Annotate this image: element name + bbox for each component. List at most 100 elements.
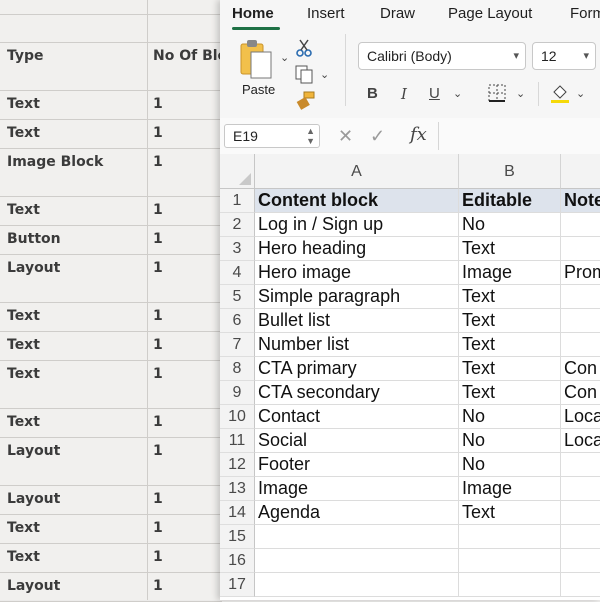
tab-formulas[interactable]: Form [570, 5, 600, 22]
table-cell[interactable]: Text [459, 309, 561, 333]
row-header[interactable]: 17 [220, 573, 255, 597]
table-cell[interactable]: Text [459, 501, 561, 525]
table-cell[interactable] [459, 573, 561, 597]
table-cell[interactable] [561, 573, 600, 597]
table-cell[interactable] [561, 549, 600, 573]
table-cell[interactable]: Text [459, 285, 561, 309]
table-cell[interactable]: Hero heading [255, 237, 459, 261]
formula-input[interactable] [438, 122, 599, 150]
name-box-spinner-icon[interactable]: ▲ ▼ [306, 126, 315, 146]
table-cell[interactable] [255, 525, 459, 549]
table-cell[interactable]: Con [561, 381, 600, 405]
table-cell[interactable]: Contact [255, 405, 459, 429]
format-painter-icon[interactable] [296, 90, 316, 110]
bold-button[interactable]: B [367, 86, 378, 102]
underline-dropdown-chevron-icon[interactable]: ⌄ [453, 86, 462, 102]
name-box[interactable]: E19 ▲ ▼ [224, 124, 320, 148]
table-cell[interactable] [561, 309, 600, 333]
table-cell[interactable]: Text [459, 237, 561, 261]
row-header[interactable]: 10 [220, 405, 255, 429]
header-cell[interactable]: Note [561, 189, 600, 213]
italic-button[interactable]: I [401, 86, 407, 102]
borders-dropdown-chevron-icon[interactable]: ⌄ [516, 86, 525, 102]
table-cell[interactable]: Text [459, 381, 561, 405]
table-cell[interactable] [561, 453, 600, 477]
row-header[interactable]: 11 [220, 429, 255, 453]
row-header[interactable]: 13 [220, 477, 255, 501]
insert-function-fx-icon[interactable]: fx [410, 124, 427, 145]
table-cell[interactable]: Footer [255, 453, 459, 477]
row-header[interactable]: 1 [220, 189, 255, 213]
table-cell[interactable] [561, 333, 600, 357]
paste-dropdown-chevron-icon[interactable]: ⌄ [280, 50, 289, 66]
table-cell[interactable]: Text [459, 357, 561, 381]
row-header[interactable]: 7 [220, 333, 255, 357]
table-cell[interactable]: Agenda [255, 501, 459, 525]
table-cell[interactable] [255, 573, 459, 597]
row-header[interactable]: 4 [220, 261, 255, 285]
table-cell[interactable]: Loca [561, 429, 600, 453]
table-cell[interactable]: Image [459, 477, 561, 501]
table-cell[interactable] [561, 285, 600, 309]
fill-color-bucket-icon[interactable] [550, 82, 570, 104]
table-cell[interactable]: No [459, 405, 561, 429]
row-header[interactable]: 6 [220, 309, 255, 333]
table-cell[interactable] [561, 501, 600, 525]
table-cell[interactable]: Number list [255, 333, 459, 357]
fill-color-dropdown-chevron-icon[interactable]: ⌄ [576, 86, 585, 102]
table-cell[interactable] [459, 525, 561, 549]
table-cell[interactable]: Hero image [255, 261, 459, 285]
borders-icon[interactable] [488, 84, 506, 102]
table-cell[interactable]: Social [255, 429, 459, 453]
table-cell[interactable]: No [459, 429, 561, 453]
table-cell[interactable]: Image [255, 477, 459, 501]
table-cell[interactable] [255, 549, 459, 573]
table-cell[interactable]: Text [459, 333, 561, 357]
table-cell[interactable] [561, 237, 600, 261]
table-cell[interactable]: No [459, 213, 561, 237]
header-cell[interactable]: Editable [459, 189, 561, 213]
row-header[interactable]: 14 [220, 501, 255, 525]
paste-icon[interactable] [238, 38, 278, 80]
table-cell[interactable] [561, 477, 600, 501]
table-cell[interactable]: Prom [561, 261, 600, 285]
copy-icon[interactable] [294, 64, 316, 84]
row-header[interactable]: 12 [220, 453, 255, 477]
column-header-c[interactable] [561, 154, 600, 189]
table-cell[interactable]: Con [561, 357, 600, 381]
underline-button[interactable]: U [429, 86, 440, 102]
bg-cell-count: 1 [153, 125, 163, 141]
row-header[interactable]: 3 [220, 237, 255, 261]
table-cell[interactable]: Simple paragraph [255, 285, 459, 309]
table-cell[interactable]: CTA primary [255, 357, 459, 381]
select-all-corner[interactable] [220, 154, 255, 189]
table-cell[interactable]: Bullet list [255, 309, 459, 333]
table-cell[interactable]: No [459, 453, 561, 477]
row-header[interactable]: 15 [220, 525, 255, 549]
cut-scissors-icon[interactable] [296, 38, 312, 58]
tab-page-layout[interactable]: Page Layout [448, 5, 532, 22]
tab-home[interactable]: Home [232, 5, 274, 22]
column-header-b[interactable]: B [459, 154, 561, 189]
font-name-dropdown[interactable]: Calibri (Body) ▾ [358, 42, 526, 70]
table-cell[interactable]: Log in / Sign up [255, 213, 459, 237]
table-cell[interactable] [561, 525, 600, 549]
confirm-check-icon[interactable]: ✓ [370, 126, 385, 147]
copy-dropdown-chevron-icon[interactable]: ⌄ [320, 67, 329, 83]
row-header[interactable]: 2 [220, 213, 255, 237]
cancel-x-icon[interactable]: ✕ [338, 126, 353, 147]
row-header[interactable]: 16 [220, 549, 255, 573]
tab-draw[interactable]: Draw [380, 5, 415, 22]
row-header[interactable]: 9 [220, 381, 255, 405]
table-cell[interactable] [459, 549, 561, 573]
table-cell[interactable]: Loca [561, 405, 600, 429]
tab-insert[interactable]: Insert [307, 5, 345, 22]
column-header-a[interactable]: A [255, 154, 459, 189]
table-cell[interactable] [561, 213, 600, 237]
row-header[interactable]: 5 [220, 285, 255, 309]
font-size-dropdown[interactable]: 12 ▾ [532, 42, 596, 70]
header-cell[interactable]: Content block [255, 189, 459, 213]
table-cell[interactable]: CTA secondary [255, 381, 459, 405]
table-cell[interactable]: Image [459, 261, 561, 285]
row-header[interactable]: 8 [220, 357, 255, 381]
